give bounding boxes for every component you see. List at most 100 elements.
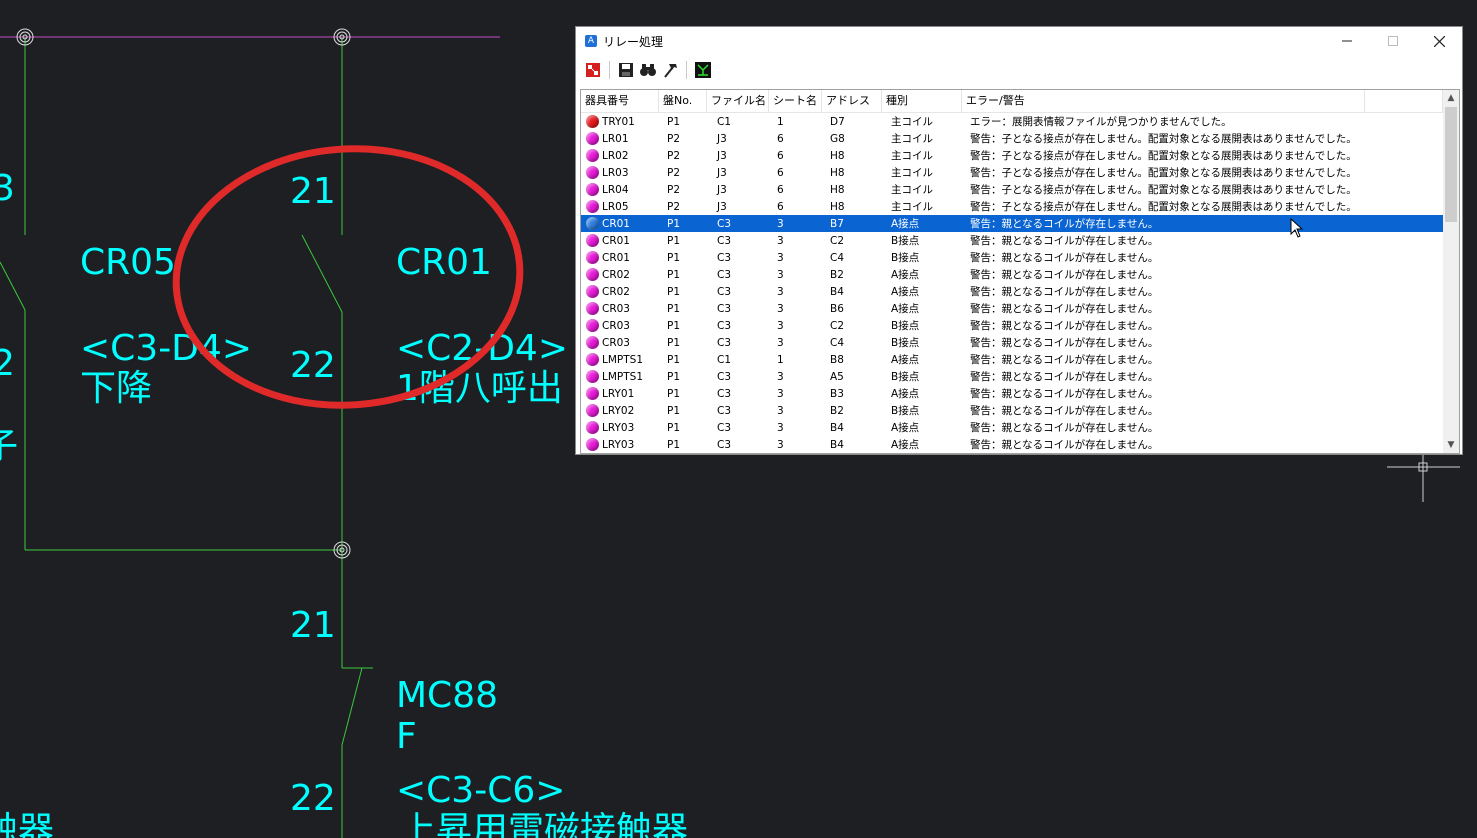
column-header-error-warning[interactable]: エラー/警告 xyxy=(962,90,1365,112)
minimize-icon xyxy=(1342,40,1352,42)
mouse-pointer-icon xyxy=(1290,218,1304,238)
table-row[interactable]: CR01 P1 C3 3 B7 A接点 警告：親となるコイルが存在しません。 xyxy=(581,215,1443,232)
find-button[interactable] xyxy=(639,61,657,79)
table-row[interactable]: CR02 P1 C3 3 B2 A接点 警告：親となるコイルが存在しません。 xyxy=(581,266,1443,283)
device-no-text: CR03 xyxy=(602,319,630,332)
device-no-text: LRY01 xyxy=(602,387,635,400)
table-row[interactable]: LR02 P2 J3 6 H8 主コイル 警告：子となる接点が存在しません。配置対象となる展… xyxy=(581,147,1443,164)
panel-no-cell: P1 xyxy=(667,404,681,417)
table-row[interactable]: CR03 P1 C3 3 C2 B接点 警告：親となるコイルが存在しません。 xyxy=(581,317,1443,334)
device-no-text: LRY03 xyxy=(602,438,635,451)
table-row[interactable]: LRY02 P1 C3 3 B2 B接点 警告：親となるコイルが存在しません。 xyxy=(581,402,1443,419)
status-dot-icon xyxy=(586,217,599,230)
column-header-address[interactable]: アドレス xyxy=(822,90,882,112)
binoculars-icon xyxy=(640,64,656,76)
file-name-cell: C3 xyxy=(717,234,732,247)
maximize-icon xyxy=(1388,36,1398,46)
panel-no-cell: P1 xyxy=(667,319,681,332)
relay-check-button[interactable] xyxy=(584,61,602,79)
table-row[interactable]: LR01 P2 J3 6 G8 主コイル 警告：子となる接点が存在しません。配置対象となる展… xyxy=(581,130,1443,147)
panel-no-cell: P2 xyxy=(667,166,681,179)
table-row[interactable]: TRY01 P1 C1 1 D7 主コイル エラー：展開表情報ファイルが見つかりませんでした… xyxy=(581,113,1443,130)
device-no-text: TRY01 xyxy=(602,115,635,128)
table-row[interactable]: LMPTS1 P1 C3 3 A5 B接点 警告：親となるコイルが存在しません。 xyxy=(581,368,1443,385)
table-row[interactable]: LR03 P2 J3 6 H8 主コイル 警告：子となる接点が存在しません。配置対象となる展… xyxy=(581,164,1443,181)
file-name-cell: C3 xyxy=(717,217,732,230)
table-row[interactable]: CR02 P1 C3 3 B4 A接点 警告：親となるコイルが存在しません。 xyxy=(581,283,1443,300)
dialog-toolbar xyxy=(576,55,1462,85)
table-row[interactable]: LRY03 P1 C3 3 B4 A接点 警告：親となるコイルが存在しません。 xyxy=(581,419,1443,436)
file-name-cell: C3 xyxy=(717,251,732,264)
save-button[interactable] xyxy=(617,61,635,79)
scroll-down-icon[interactable]: ▼ xyxy=(1443,437,1459,453)
address-cell: H8 xyxy=(830,149,845,162)
column-header-file-name[interactable]: ファイル名 xyxy=(707,90,769,112)
status-dot-icon xyxy=(586,421,599,434)
table-row[interactable]: LMPTS1 P1 C1 1 B8 A接点 警告：親となるコイルが存在しません。 xyxy=(581,351,1443,368)
relay-results-list[interactable]: 器具番号 盤No. ファイル名 シート名 アドレス 種別 エラー/警告 TRY0… xyxy=(580,89,1460,454)
table-row[interactable]: CR03 P1 C3 3 C4 B接点 警告：親となるコイルが存在しません。 xyxy=(581,334,1443,351)
cad-label-left-bottom: 触器 xyxy=(0,810,54,838)
status-dot-icon xyxy=(586,353,599,366)
column-header-panel-no[interactable]: 盤No. xyxy=(659,90,707,112)
maximize-button[interactable] xyxy=(1370,27,1416,55)
device-no-cell: CR03 xyxy=(581,302,659,315)
circuit-icon xyxy=(695,62,711,78)
device-no-cell: LR03 xyxy=(581,166,659,179)
sheet-name-cell: 3 xyxy=(777,319,784,332)
column-header-sheet-name[interactable]: シート名 xyxy=(769,90,822,112)
file-name-cell: C3 xyxy=(717,387,732,400)
minimize-button[interactable] xyxy=(1324,27,1370,55)
table-row[interactable]: LRY03 P1 C3 3 B4 A接点 警告：親となるコイルが存在しません。 xyxy=(581,436,1443,453)
device-no-cell: CR03 xyxy=(581,336,659,349)
panel-no-cell: P1 xyxy=(667,285,681,298)
cad-label-kakou: 下降 xyxy=(80,368,152,409)
message-cell: 警告：親となるコイルが存在しません。 xyxy=(970,303,1159,315)
device-no-text: LR02 xyxy=(602,149,629,162)
sheet-name-cell: 3 xyxy=(777,234,784,247)
device-no-cell: CR03 xyxy=(581,319,659,332)
device-no-text: CR01 xyxy=(602,234,630,247)
device-no-text: CR03 xyxy=(602,302,630,315)
device-no-cell: LR01 xyxy=(581,132,659,145)
file-name-cell: C1 xyxy=(717,353,732,366)
sheet-name-cell: 3 xyxy=(777,438,784,451)
message-cell: 警告：親となるコイルが存在しません。 xyxy=(970,286,1159,298)
hammer-icon xyxy=(664,64,677,78)
table-row[interactable]: CR01 P1 C3 3 C4 B接点 警告：親となるコイルが存在しません。 xyxy=(581,249,1443,266)
scrollbar-thumb[interactable] xyxy=(1445,107,1457,222)
message-cell: 警告：親となるコイルが存在しません。 xyxy=(970,320,1159,332)
table-row[interactable]: CR01 P1 C3 3 C2 B接点 警告：親となるコイルが存在しません。 xyxy=(581,232,1443,249)
device-no-cell: LRY01 xyxy=(581,387,659,400)
address-cell: B2 xyxy=(830,404,844,417)
sheet-name-cell: 3 xyxy=(777,387,784,400)
cad-label-left-partial: 子 xyxy=(0,426,18,467)
close-button[interactable] xyxy=(1416,27,1462,55)
address-cell: H8 xyxy=(830,183,845,196)
panel-no-cell: P2 xyxy=(667,149,681,162)
kind-cell: B接点 xyxy=(891,337,920,349)
cad-label-left-2: 2 xyxy=(0,343,15,384)
message-cell: 警告：親となるコイルが存在しません。 xyxy=(970,269,1159,281)
circuit-button[interactable] xyxy=(694,61,712,79)
table-row[interactable]: LR04 P2 J3 6 H8 主コイル 警告：子となる接点が存在しません。配置対象となる展… xyxy=(581,181,1443,198)
column-header-device-no[interactable]: 器具番号 xyxy=(581,90,659,112)
vertical-scrollbar[interactable]: ▲ ▼ xyxy=(1443,90,1459,453)
table-row[interactable]: LRY01 P1 C3 3 B3 A接点 警告：親となるコイルが存在しません。 xyxy=(581,385,1443,402)
file-name-cell: C1 xyxy=(717,115,732,128)
status-dot-icon xyxy=(586,166,599,179)
column-header-kind[interactable]: 種別 xyxy=(882,90,962,112)
tool-button[interactable] xyxy=(661,61,679,79)
sheet-name-cell: 3 xyxy=(777,268,784,281)
save-icon xyxy=(619,63,633,77)
table-row[interactable]: LR05 P2 J3 6 H8 主コイル 警告：子となる接点が存在しません。配置対象となる展… xyxy=(581,198,1443,215)
device-no-text: CR02 xyxy=(602,285,630,298)
message-cell: 警告：親となるコイルが存在しません。 xyxy=(970,337,1159,349)
cad-label-cr05: CR05 xyxy=(80,242,176,283)
scroll-up-icon[interactable]: ▲ xyxy=(1443,90,1459,106)
table-row[interactable]: CR03 P1 C3 3 B6 A接点 警告：親となるコイルが存在しません。 xyxy=(581,300,1443,317)
message-cell: 警告：親となるコイルが存在しません。 xyxy=(970,235,1159,247)
dialog-titlebar[interactable]: A リレー処理 xyxy=(576,27,1462,55)
cad-label-cr01: CR01 xyxy=(396,242,492,283)
sheet-name-cell: 6 xyxy=(777,166,784,179)
